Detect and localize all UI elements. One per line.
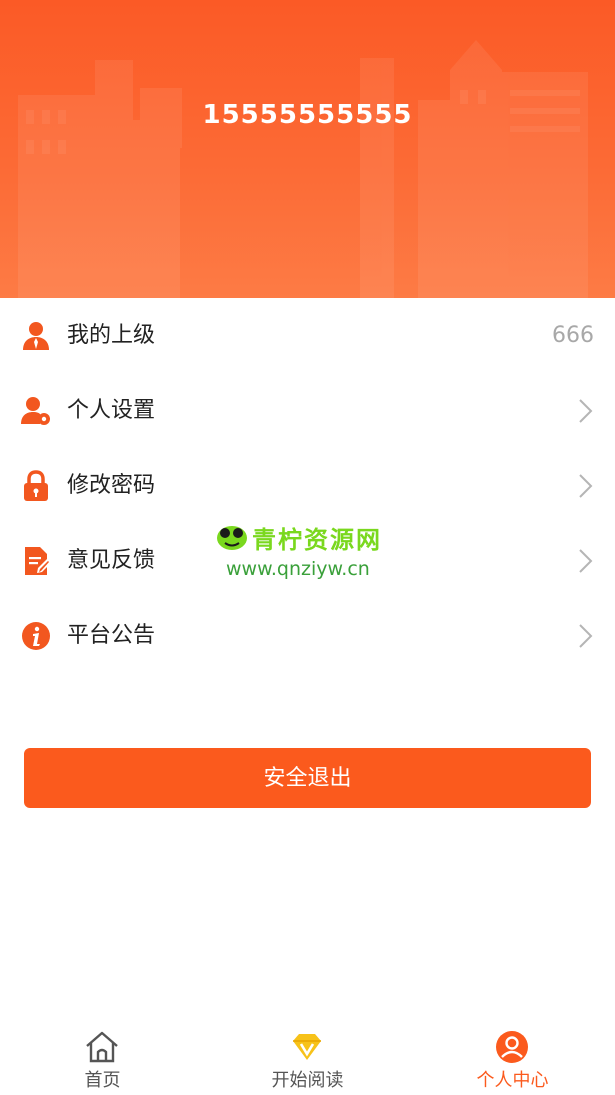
diamond-icon xyxy=(293,1034,321,1060)
tab-label-home: 首页 xyxy=(84,1070,121,1091)
frog-logo-icon xyxy=(217,526,247,550)
info-icon xyxy=(22,622,50,650)
chevron-right-icon xyxy=(579,549,593,573)
logout-button[interactable]: 安全退出 xyxy=(24,748,591,808)
watermark-brand: 青柠资源网 xyxy=(252,526,382,554)
tab-start-reading[interactable]: 开始阅读 xyxy=(205,1020,410,1095)
chevron-right-icon xyxy=(579,399,593,423)
watermark: 青柠资源网 www.qnziyw.cn xyxy=(216,518,406,588)
profile-menu: 我的上级 666 个人设置 修改密码 意见反馈 平台公告 xyxy=(0,298,615,673)
edit-document-icon xyxy=(25,547,52,575)
user-settings-icon xyxy=(21,397,50,425)
menu-item-superior[interactable]: 我的上级 666 xyxy=(0,298,615,373)
profile-header: 15555555555 xyxy=(0,0,615,298)
menu-label-personal-settings: 个人设置 xyxy=(67,398,156,423)
profile-icon xyxy=(496,1031,528,1063)
chevron-right-icon xyxy=(579,624,593,648)
tab-personal-center[interactable]: 个人中心 xyxy=(410,1020,615,1095)
watermark-url: www.qnziyw.cn xyxy=(226,558,370,580)
city-skyline-background xyxy=(18,40,588,298)
tab-label-start-reading: 开始阅读 xyxy=(271,1070,344,1091)
menu-item-change-password[interactable]: 修改密码 xyxy=(0,448,615,523)
menu-item-announcements[interactable]: 平台公告 xyxy=(0,598,615,673)
home-icon xyxy=(86,1031,118,1063)
menu-label-feedback: 意见反馈 xyxy=(67,548,156,573)
menu-label-superior: 我的上级 xyxy=(67,323,156,348)
user-phone-number: 15555555555 xyxy=(202,100,413,130)
bottom-tab-bar: 首页 开始阅读 个人中心 xyxy=(0,1020,615,1095)
menu-label-change-password: 修改密码 xyxy=(67,473,156,498)
tab-home[interactable]: 首页 xyxy=(0,1020,205,1095)
person-icon xyxy=(23,322,49,350)
superior-value: 666 xyxy=(552,323,594,348)
lock-icon xyxy=(24,470,48,501)
chevron-right-icon xyxy=(579,474,593,498)
tab-label-personal-center: 个人中心 xyxy=(476,1070,549,1091)
menu-label-announcements: 平台公告 xyxy=(67,623,156,648)
menu-item-personal-settings[interactable]: 个人设置 xyxy=(0,373,615,448)
